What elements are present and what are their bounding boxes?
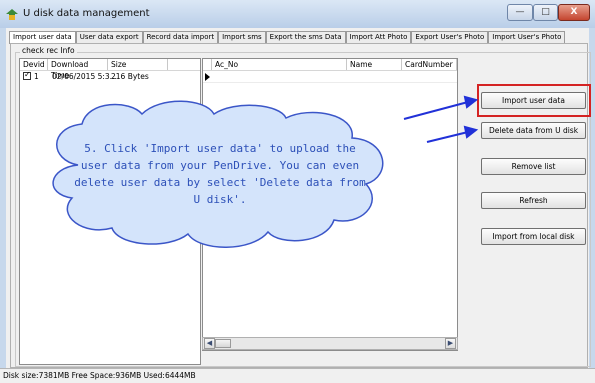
pointer-arrows <box>403 95 479 143</box>
disk-status: Disk size:7381MB Free Space:936MB Used:6… <box>3 371 196 380</box>
status-bar: Disk size:7381MB Free Space:936MB Used:6… <box>0 368 595 383</box>
callout-text: 5. Click 'Import user data' to upload th… <box>74 142 366 206</box>
